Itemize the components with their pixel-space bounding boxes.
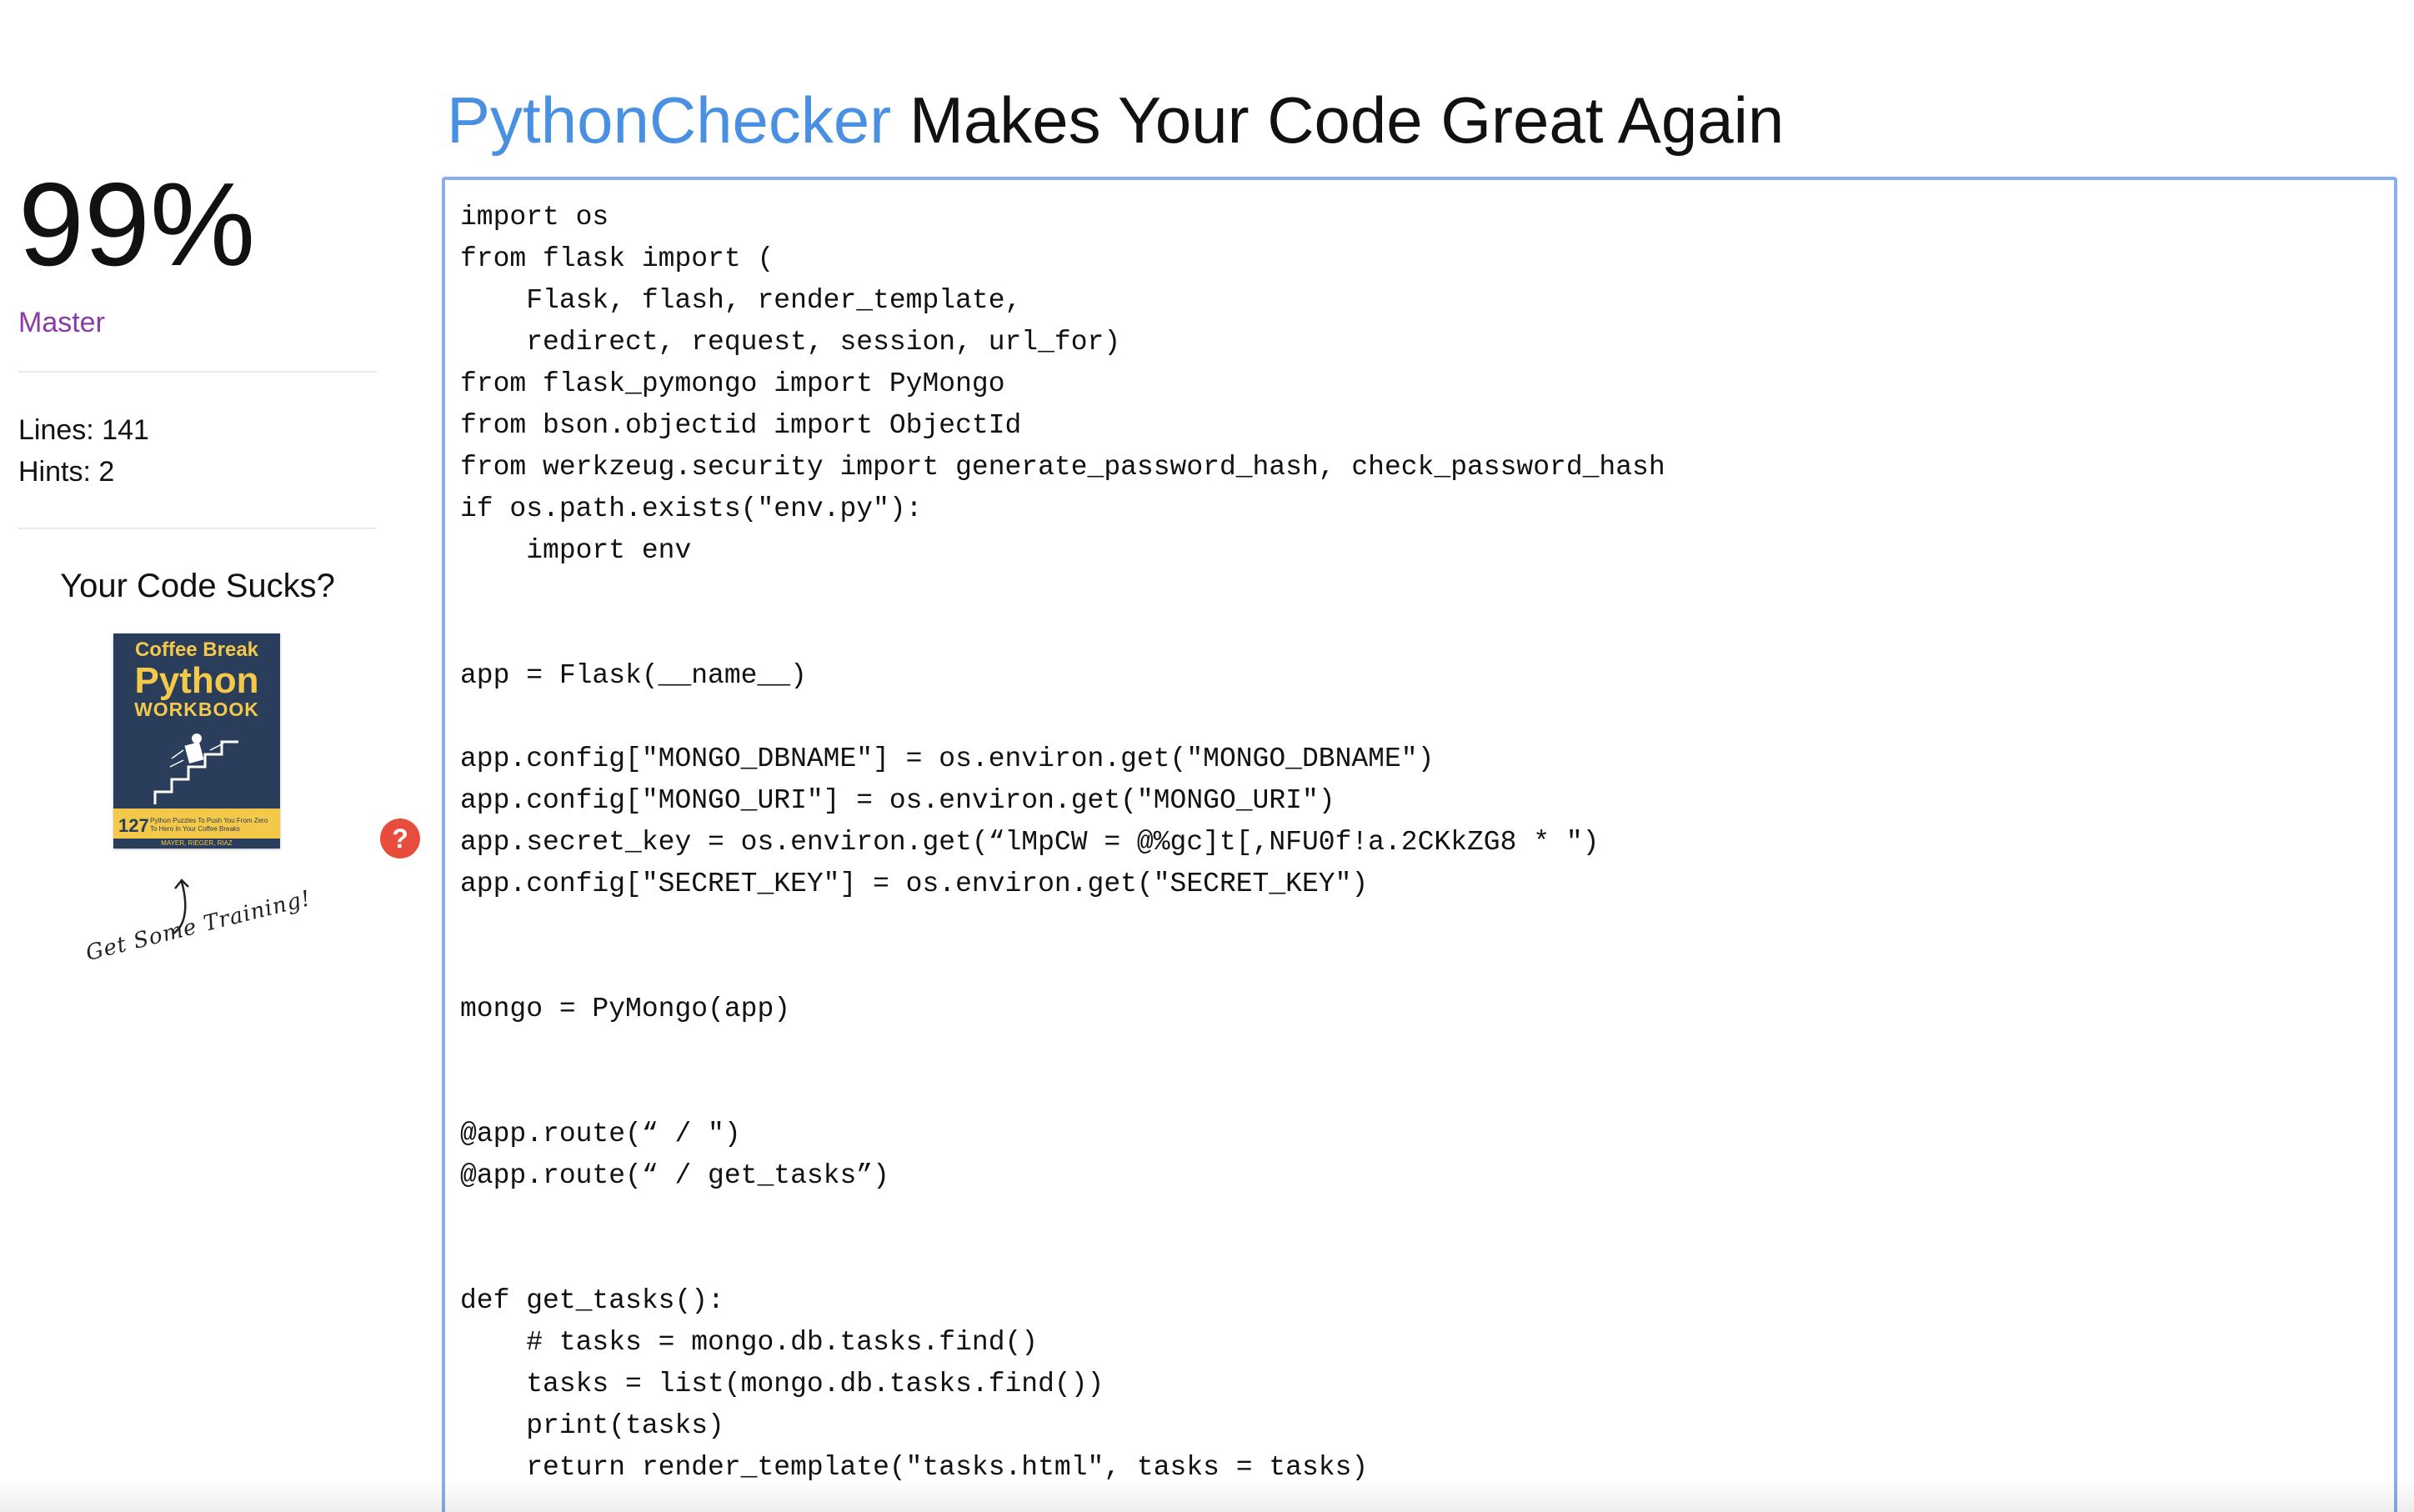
- divider: [18, 371, 377, 373]
- book-puzzle-count: 127: [118, 815, 149, 836]
- lines-count: Lines: 141: [18, 414, 149, 446]
- stats: Lines: 141 Hints: 2: [18, 409, 377, 493]
- code-text[interactable]: import os from flask import ( Flask, fla…: [445, 180, 2394, 1505]
- promo-heading: Your Code Sucks?: [60, 568, 335, 604]
- score-value: 99%: [18, 158, 256, 291]
- sidebar: 99% Master Lines: 141 Hints: 2 Your Code…: [18, 158, 377, 605]
- book-title-line1: Coffee Break: [134, 638, 259, 661]
- divider: [18, 528, 377, 529]
- rank-label: Master: [18, 307, 105, 338]
- book-authors: MAYER, RIEGER, RIAZ: [113, 839, 280, 849]
- hint-help-icon[interactable]: ?: [380, 819, 420, 859]
- page: PythonChecker Makes Your Code Great Agai…: [0, 0, 2414, 1512]
- page-title: PythonChecker Makes Your Code Great Agai…: [447, 80, 1784, 160]
- brand-name: PythonChecker: [447, 83, 892, 157]
- page-tagline: Makes Your Code Great Again: [891, 83, 1785, 157]
- book-title-line3: WORKBOOK: [134, 698, 259, 720]
- stairs-illustration-icon: [153, 733, 238, 804]
- book-title-line2: Python: [134, 660, 259, 701]
- hints-count: Hints: 2: [18, 456, 115, 488]
- book-cover-link[interactable]: Coffee Break Python WORKBOOK 127 Python …: [113, 633, 280, 849]
- book-blurb: Python Puzzles To Push You From Zero To …: [150, 817, 268, 833]
- code-editor[interactable]: import os from flask import ( Flask, fla…: [442, 177, 2397, 1512]
